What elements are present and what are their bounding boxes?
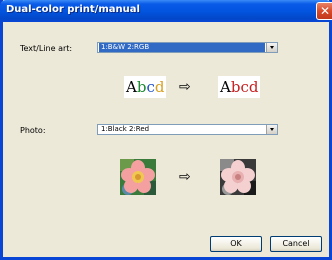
- title-bar[interactable]: Dual-color print/manual ✕: [0, 0, 332, 22]
- photo-selected-value: 1:Black 2:Red: [101, 125, 150, 133]
- chevron-down-icon[interactable]: [266, 43, 277, 52]
- arrow-right-icon: ⇨: [179, 169, 191, 185]
- dialog-title: Dual-color print/manual: [6, 4, 140, 15]
- photo-dropdown[interactable]: 1:Black 2:Red: [97, 124, 278, 135]
- arrow-right-icon: ⇨: [179, 79, 191, 95]
- flower-color-image: [120, 159, 156, 195]
- close-icon: ✕: [320, 4, 331, 18]
- close-button[interactable]: ✕: [316, 2, 332, 20]
- text-line-art-label: Text/Line art:: [20, 44, 73, 53]
- cancel-button[interactable]: Cancel: [270, 236, 322, 252]
- text-sample-before: Abcd: [124, 76, 167, 98]
- text-line-art-dropdown[interactable]: 1:B&W 2:RGB: [97, 42, 278, 53]
- flower-duotone-image: [220, 159, 256, 195]
- sample-before-c: c: [146, 78, 155, 96]
- photo-label: Photo:: [20, 126, 46, 135]
- sample-before-a: A: [126, 78, 137, 96]
- sample-before-b: b: [136, 78, 147, 96]
- text-line-art-selected-value: 1:B&W 2:RGB: [99, 43, 265, 52]
- text-sample-after: Abcd: [218, 76, 261, 98]
- ok-button[interactable]: OK: [210, 236, 262, 252]
- sample-before-d: d: [154, 78, 165, 96]
- sample-after-a: A: [220, 78, 231, 96]
- chevron-down-icon[interactable]: [266, 125, 277, 134]
- sample-after-bcd: bcd: [230, 78, 259, 96]
